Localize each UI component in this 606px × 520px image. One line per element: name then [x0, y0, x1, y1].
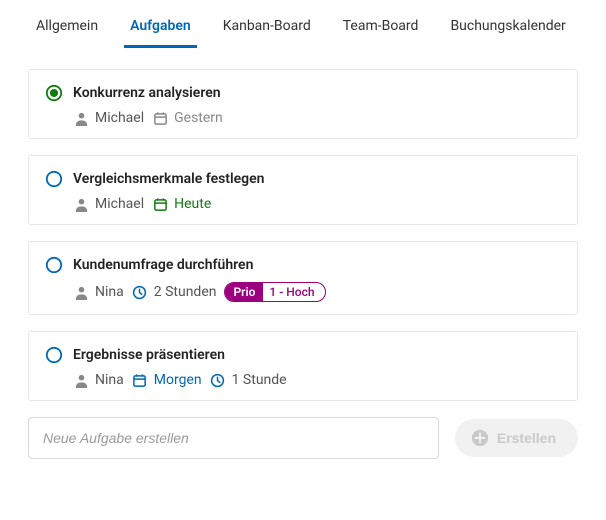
- task-list: Konkurrenz analysieren Michael Gestern: [0, 49, 606, 459]
- priority-badge: Prio 1 - Hoch: [224, 282, 325, 302]
- task-date: Heute: [174, 196, 211, 212]
- task-duration: 2 Stunden: [154, 284, 217, 300]
- tab-bar: Allgemein Aufgaben Kanban-Board Team-Boa…: [0, 0, 606, 49]
- task-assignee: Nina: [95, 284, 124, 300]
- radio-icon[interactable]: [45, 170, 63, 188]
- clock-icon: [210, 372, 226, 388]
- person-icon: [73, 110, 89, 126]
- person-icon: [73, 284, 89, 300]
- create-button[interactable]: Erstellen: [455, 419, 578, 457]
- task-row[interactable]: Kundenumfrage durchführen Nina 2 Stunden: [28, 241, 578, 315]
- clock-icon: [132, 284, 148, 300]
- task-assignee: Michael: [95, 110, 144, 126]
- radio-icon[interactable]: [45, 346, 63, 364]
- create-button-label: Erstellen: [497, 430, 556, 446]
- calendar-icon: [152, 110, 168, 126]
- calendar-icon: [152, 196, 168, 212]
- task-title: Ergebnisse präsentieren: [73, 347, 225, 363]
- plus-circle-icon: [471, 429, 489, 447]
- calendar-icon: [132, 372, 148, 388]
- task-title: Kundenumfrage durchführen: [73, 257, 253, 273]
- person-icon: [73, 372, 89, 388]
- task-assignee: Nina: [95, 372, 124, 388]
- tasks-panel: Allgemein Aufgaben Kanban-Board Team-Boa…: [0, 0, 606, 520]
- task-row[interactable]: Ergebnisse präsentieren Nina Morgen: [28, 331, 578, 401]
- task-title: Konkurrenz analysieren: [73, 85, 221, 101]
- tab-allgemein[interactable]: Allgemein: [20, 0, 114, 48]
- person-icon: [73, 196, 89, 212]
- task-title: Vergleichsmerkmale festlegen: [73, 171, 265, 187]
- task-row[interactable]: Konkurrenz analysieren Michael Gestern: [28, 69, 578, 139]
- tab-buchungskalender[interactable]: Buchungskalender: [434, 0, 581, 48]
- new-task-row: Erstellen: [28, 417, 578, 459]
- tab-team-board[interactable]: Team-Board: [327, 0, 435, 48]
- tab-aufgaben[interactable]: Aufgaben: [114, 0, 207, 48]
- priority-label: Prio: [225, 283, 263, 301]
- tab-kanban-board[interactable]: Kanban-Board: [207, 0, 327, 48]
- task-date: Morgen: [154, 372, 202, 388]
- radio-icon[interactable]: [45, 256, 63, 274]
- new-task-input[interactable]: [28, 417, 439, 459]
- radio-icon[interactable]: [45, 84, 63, 102]
- task-duration: 1 Stunde: [232, 372, 287, 388]
- task-row[interactable]: Vergleichsmerkmale festlegen Michael Heu…: [28, 155, 578, 225]
- task-assignee: Michael: [95, 196, 144, 212]
- task-date: Gestern: [174, 110, 223, 126]
- priority-value: 1 - Hoch: [263, 283, 324, 301]
